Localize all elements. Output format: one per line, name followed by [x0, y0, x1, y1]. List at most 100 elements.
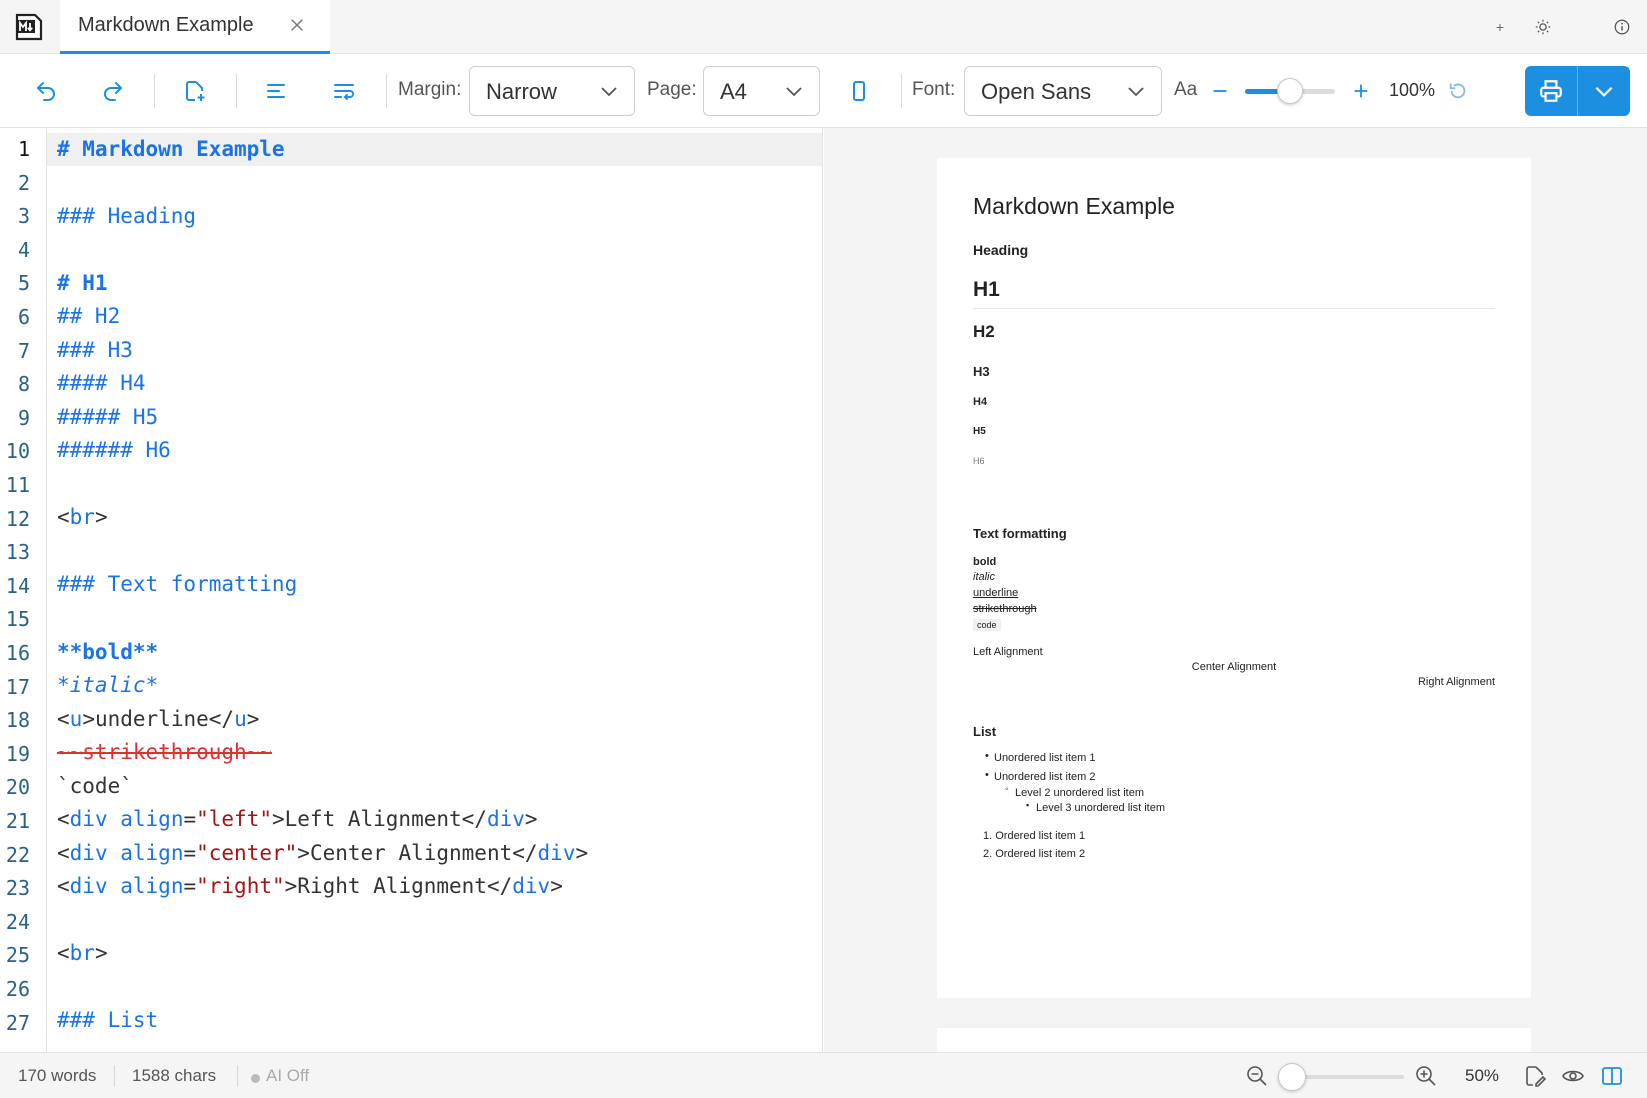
- preview-h3: H3: [973, 364, 990, 379]
- code-line[interactable]: ###### H6: [57, 434, 171, 468]
- line-number: 14: [5, 573, 30, 598]
- line-number: 9: [17, 405, 30, 430]
- code-line[interactable]: **bold**: [57, 636, 158, 670]
- line-number: 8: [17, 372, 30, 397]
- code-token: </: [486, 874, 513, 898]
- plus-icon[interactable]: +: [1487, 14, 1513, 40]
- code-line[interactable]: <br>: [57, 937, 108, 971]
- chevron-down-icon[interactable]: [1592, 79, 1616, 103]
- code-token: </: [208, 707, 235, 731]
- new-file-button[interactable]: [178, 74, 212, 108]
- code-line[interactable]: ~~strikethrough~~: [57, 736, 272, 770]
- line-number: 27: [5, 1010, 30, 1035]
- zoom-out-icon[interactable]: [1245, 1064, 1269, 1088]
- line-number: 22: [5, 842, 30, 867]
- reset-zoom-button[interactable]: [1441, 74, 1475, 108]
- code-token: <: [57, 941, 70, 965]
- code-line[interactable]: # H1: [57, 267, 108, 301]
- undo-button[interactable]: [29, 74, 63, 108]
- ai-status[interactable]: AI Off: [266, 1066, 309, 1086]
- zoom-in-icon[interactable]: [1414, 1064, 1438, 1088]
- code-token: div: [69, 874, 108, 898]
- code-line[interactable]: ### H3: [57, 334, 133, 368]
- eye-icon[interactable]: [1561, 1064, 1585, 1088]
- chevron-down-icon: [786, 87, 802, 97]
- code-token: >: [284, 874, 298, 898]
- code-line[interactable]: ## H2: [57, 300, 120, 334]
- print-button[interactable]: [1525, 66, 1630, 116]
- sun-icon[interactable]: [1530, 14, 1556, 40]
- redo-button[interactable]: [96, 74, 130, 108]
- code-line[interactable]: <div align="left">Left Alignment</div>: [57, 803, 538, 837]
- font-size-icon: Aa: [1174, 79, 1198, 100]
- line-number: 17: [5, 674, 30, 699]
- zoom-decrease-button[interactable]: [1203, 74, 1237, 108]
- code-token: "right": [196, 874, 285, 898]
- margin-select[interactable]: Narrow: [469, 66, 635, 116]
- list-item: 1. Ordered list item 1: [983, 830, 1086, 842]
- line-number: 6: [17, 305, 30, 329]
- code-token: >: [246, 707, 260, 731]
- line-number: 7: [17, 338, 30, 363]
- code-token: "center": [196, 841, 298, 865]
- code-token: >: [575, 841, 589, 865]
- preview-right-alignment: Right Alignment: [1417, 676, 1495, 688]
- code-token: underline: [94, 707, 209, 731]
- page-select[interactable]: A4: [703, 66, 820, 116]
- font-select[interactable]: Open Sans: [964, 66, 1162, 116]
- code-token: <: [57, 807, 70, 831]
- line-number: 10: [5, 439, 30, 464]
- code-line[interactable]: ### Text formatting: [57, 568, 297, 602]
- code-line[interactable]: ### List: [57, 1004, 158, 1038]
- code-line[interactable]: <u>underline</u>: [57, 703, 259, 737]
- preview-left-alignment: Left Alignment: [973, 646, 1043, 658]
- code-line[interactable]: *italic*: [57, 669, 158, 703]
- line-number: 21: [5, 809, 30, 833]
- align-button[interactable]: [259, 74, 293, 108]
- align-left-icon: [267, 84, 285, 98]
- code-line[interactable]: # Markdown Example: [57, 133, 285, 167]
- code-line[interactable]: #### H4: [57, 367, 146, 401]
- document-tab[interactable]: Markdown Example: [60, 0, 330, 54]
- preview-pane[interactable]: Markdown Example Heading H1 H2 H3 H4 H5 …: [824, 128, 1647, 1052]
- list-item: Unordered list item 2: [994, 771, 1096, 783]
- list-item: Level 2 unordered list item: [1015, 787, 1145, 799]
- split-view-icon[interactable]: [1600, 1064, 1624, 1088]
- chevron-down-icon: [1128, 87, 1144, 97]
- code-token: </: [461, 807, 487, 831]
- line-number: 11: [5, 473, 30, 497]
- markdown-editor[interactable]: 1 2 3 4 5 6 7 8 9 10 11 12 13 14 15 16 17 18 19 20 21 22 23 24 2…: [0, 128, 823, 1052]
- code-token: <: [57, 707, 70, 731]
- code-token: Center Alignment: [309, 841, 513, 865]
- code-token: >: [82, 707, 95, 731]
- code-line[interactable]: <br>: [57, 501, 108, 535]
- bullet-disc-icon: •: [985, 769, 989, 781]
- code-token: </: [512, 841, 538, 865]
- close-icon[interactable]: [284, 12, 310, 38]
- preview-heading: Heading: [973, 242, 1029, 258]
- code-token: =: [183, 807, 197, 831]
- preview-zoom-thumb[interactable]: [1278, 1063, 1306, 1091]
- line-number: 3: [17, 204, 30, 229]
- code-line[interactable]: ##### H5: [57, 401, 158, 435]
- zoom-slider-thumb[interactable]: [1277, 78, 1303, 104]
- code-token: >: [94, 941, 108, 965]
- line-number: 26: [5, 977, 30, 1001]
- code-line[interactable]: <div align="center">Center Alignment</di…: [57, 837, 588, 871]
- zoom-increase-button[interactable]: [1344, 74, 1378, 108]
- code-token: br: [69, 505, 95, 529]
- code-line[interactable]: ### Heading: [57, 200, 196, 234]
- code-line[interactable]: `code`: [57, 770, 133, 804]
- list-item: Unordered list item 1: [994, 752, 1096, 764]
- wrap-text-icon: [334, 84, 354, 100]
- line-number: 18: [5, 708, 30, 733]
- wrap-text-button[interactable]: [327, 74, 361, 108]
- orientation-button[interactable]: [842, 74, 876, 108]
- info-icon[interactable]: [1609, 14, 1635, 40]
- preview-page: Markdown Example Heading H1 H2 H3 H4 H5 …: [937, 158, 1531, 998]
- code-line[interactable]: <div align="right">Right Alignment</div>: [57, 870, 563, 904]
- bullet-square-icon: ▪: [1026, 800, 1030, 810]
- line-number: 1: [17, 137, 30, 161]
- edit-file-icon[interactable]: [1523, 1064, 1547, 1088]
